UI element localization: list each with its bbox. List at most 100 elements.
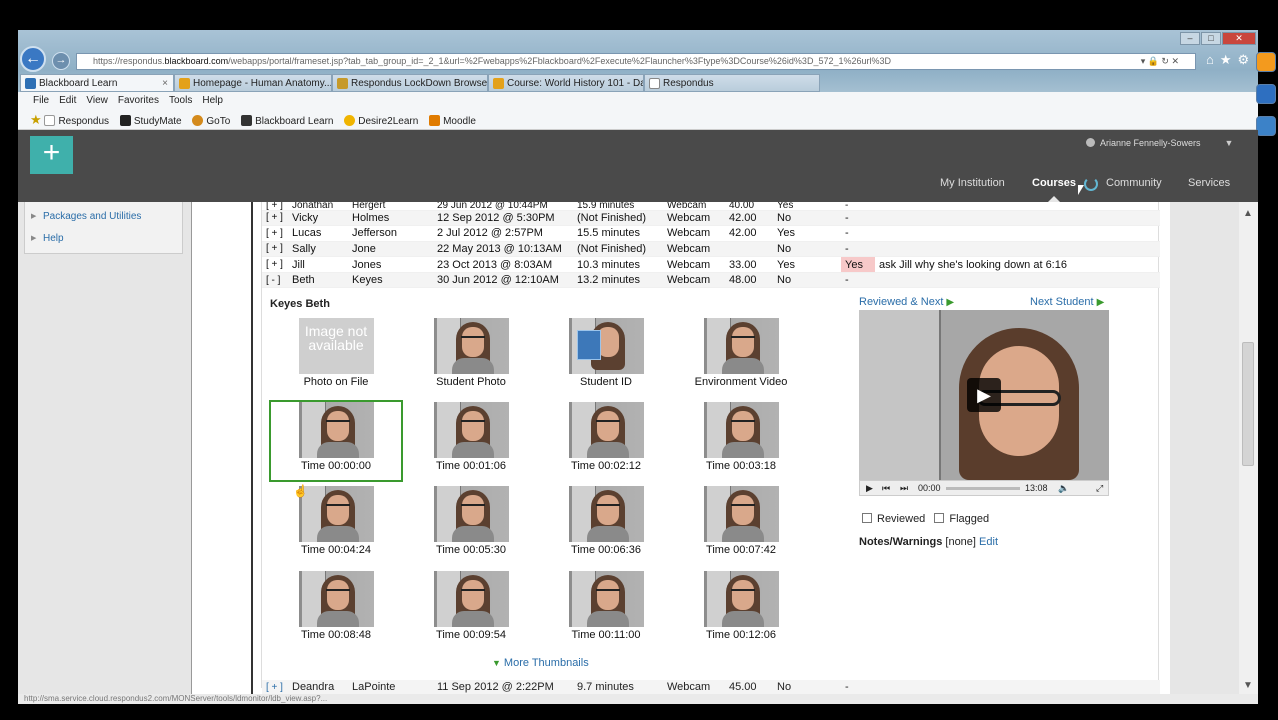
webcam-snapshot-image — [703, 486, 779, 542]
volume-icon[interactable]: 🔈 — [1058, 481, 1069, 495]
browser-toolbar-icons[interactable]: ⌂★⚙ — [1206, 52, 1255, 68]
video-player[interactable]: ▶ — [859, 310, 1109, 480]
fav-desire2learn[interactable]: Desire2Learn — [344, 112, 418, 132]
page-favicon-icon — [337, 78, 348, 89]
play-icon[interactable]: ▶ — [967, 378, 1001, 412]
expand-toggle[interactable]: [ + ] — [262, 241, 288, 258]
reviewed-checkbox[interactable]: Reviewed — [862, 513, 925, 525]
date: 29 Jun 2012 @ 10:44PM — [433, 202, 573, 211]
menu-help[interactable]: Help — [197, 92, 228, 110]
user-menu[interactable]: Arianne Fennelly-Sowers ▼ — [1086, 138, 1233, 148]
next-student-link[interactable]: Next Student ▶ — [1030, 296, 1104, 308]
menu-packages-utilities[interactable]: Packages and Utilities — [31, 211, 141, 222]
seek-bar[interactable] — [946, 487, 1020, 490]
fav-label: StudyMate — [133, 116, 182, 127]
window-tool-icon[interactable] — [1256, 84, 1276, 104]
scroll-down-icon[interactable]: ▼ — [1243, 680, 1253, 691]
source: Webcam — [663, 210, 725, 227]
time-thumbnail[interactable]: Time 00:12:06 — [676, 571, 806, 641]
minimize-button[interactable]: – — [1180, 32, 1200, 45]
expand-toggle[interactable]: [ + ] — [262, 202, 288, 211]
expand-toggle[interactable]: [ + ] — [262, 680, 288, 694]
expand-toggle[interactable]: [ + ] — [262, 210, 288, 227]
tab-lockdown-browser[interactable]: Respondus LockDown Browser... — [332, 74, 488, 92]
address-bar-icons[interactable]: ▾ 🔒 ↻ ✕ — [1141, 54, 1179, 69]
window-controls: – □ ✕ — [1180, 32, 1257, 46]
skip-back-icon[interactable]: ⏮ — [882, 481, 890, 495]
time-thumbnail[interactable]: Time 00:01:06 — [406, 402, 536, 472]
globe-tool-icon[interactable] — [1256, 116, 1276, 136]
note — [875, 225, 1160, 242]
tab-world-history[interactable]: Course: World History 101 - Da... — [488, 74, 644, 92]
menu-tools[interactable]: Tools — [164, 92, 197, 110]
environment-video[interactable]: Environment Video — [676, 318, 806, 388]
time-thumbnail[interactable]: Time 00:02:12 — [541, 402, 671, 472]
fav-moodle[interactable]: Moodle — [429, 112, 476, 132]
scroll-up-icon[interactable]: ▲ — [1243, 208, 1253, 219]
fav-blackboard-learn[interactable]: Blackboard Learn — [241, 112, 333, 132]
video-controls: ▶ ⏮ ⏭ 00:00 13:08 🔈 ⤢ — [859, 480, 1109, 496]
nav-my-institution[interactable]: My Institution — [940, 177, 1005, 189]
fav-studymate[interactable]: StudyMate — [119, 112, 182, 132]
home-icon[interactable]: ⌂ — [1206, 52, 1220, 67]
last-name: Jone — [348, 241, 433, 258]
nav-community[interactable]: Community — [1106, 177, 1162, 189]
tab-label: Respondus LockDown Browser... — [351, 78, 488, 89]
forward-button[interactable]: → — [52, 52, 70, 70]
nav-courses[interactable]: Courses — [1032, 177, 1076, 189]
time-thumbnail[interactable]: Time 00:11:00 — [541, 571, 671, 641]
fullscreen-icon[interactable]: ⤢ — [1096, 481, 1103, 495]
menu-help[interactable]: Help — [31, 233, 63, 244]
favorites-star-icon[interactable]: ★ — [30, 112, 42, 127]
first-name: Beth — [288, 272, 348, 289]
time-thumbnail[interactable]: Time 00:09:54 — [406, 571, 536, 641]
student-photo[interactable]: Student Photo — [406, 318, 536, 388]
page-scrollbar[interactable]: ▲ ▼ — [1239, 202, 1258, 694]
monitor-panel: [ + ] Jonathan Hergert 29 Jun 2012 @ 10:44P… — [251, 202, 1170, 694]
orange-tool-icon[interactable] — [1256, 52, 1276, 72]
maximize-button[interactable]: □ — [1201, 32, 1221, 45]
source: Webcam — [663, 680, 725, 694]
more-thumbnails-link[interactable]: More Thumbnails — [492, 657, 589, 669]
duration: 9.7 minutes — [573, 680, 663, 694]
student-id-image — [568, 318, 644, 374]
time-thumbnail[interactable]: Time 00:05:30 — [406, 486, 536, 556]
address-bar[interactable]: https://respondus.blackboard.com/webapps… — [76, 53, 1196, 70]
favorites-star-icon[interactable]: ★ — [1220, 52, 1238, 67]
tab-blackboard-learn[interactable]: Blackboard Learn × — [20, 74, 174, 92]
tab-human-anatomy[interactable]: Homepage - Human Anatomy... — [174, 74, 332, 92]
expand-toggle[interactable]: [ + ] — [262, 225, 288, 242]
add-plus-icon[interactable]: + — [30, 136, 73, 174]
menu-view[interactable]: View — [81, 92, 113, 110]
menu-favorites[interactable]: Favorites — [113, 92, 164, 110]
edit-notes-link[interactable]: Edit — [979, 536, 998, 548]
scrollbar-thumb[interactable] — [1242, 342, 1254, 466]
menu-edit[interactable]: Edit — [54, 92, 81, 110]
menu-file[interactable]: File — [28, 92, 54, 110]
tab-label: Blackboard Learn — [39, 78, 118, 89]
fav-respondus[interactable]: Respondus — [44, 112, 109, 132]
source: Webcam — [663, 241, 725, 258]
time-thumbnail[interactable]: Time 00:07:42 — [676, 486, 806, 556]
blackboard-header: + Arianne Fennelly-Sowers ▼ My Institutio… — [18, 130, 1258, 202]
tab-respondus[interactable]: Respondus — [644, 74, 820, 92]
close-window-button[interactable]: ✕ — [1222, 32, 1256, 45]
time-thumbnail[interactable]: Time 00:04:24 — [271, 486, 401, 556]
play-button-icon[interactable]: ▶ — [866, 481, 873, 495]
time-thumbnail[interactable]: Time 00:06:36 — [541, 486, 671, 556]
photo-on-file[interactable]: Image not available Photo on File — [271, 318, 401, 388]
time-thumbnail[interactable]: Time 00:00:00 — [269, 400, 403, 482]
nav-services[interactable]: Services — [1188, 177, 1230, 189]
expand-toggle[interactable]: [ - ] — [262, 272, 288, 289]
skip-forward-icon[interactable]: ⏭ — [900, 481, 908, 495]
student-id[interactable]: Student ID — [541, 318, 671, 388]
reviewed-next-link[interactable]: Reviewed & Next ▶ — [859, 296, 954, 308]
time-thumbnail[interactable]: Time 00:03:18 — [676, 402, 806, 472]
time-thumbnail[interactable]: Time 00:08:48 — [271, 571, 401, 641]
back-button[interactable]: ← — [20, 46, 46, 72]
flagged-checkbox[interactable]: Flagged — [934, 513, 989, 525]
fav-goto[interactable]: GoTo — [192, 112, 230, 132]
expand-toggle[interactable]: [ + ] — [262, 256, 288, 273]
settings-gear-icon[interactable]: ⚙ — [1238, 52, 1256, 67]
close-tab-icon[interactable]: × — [162, 75, 168, 91]
